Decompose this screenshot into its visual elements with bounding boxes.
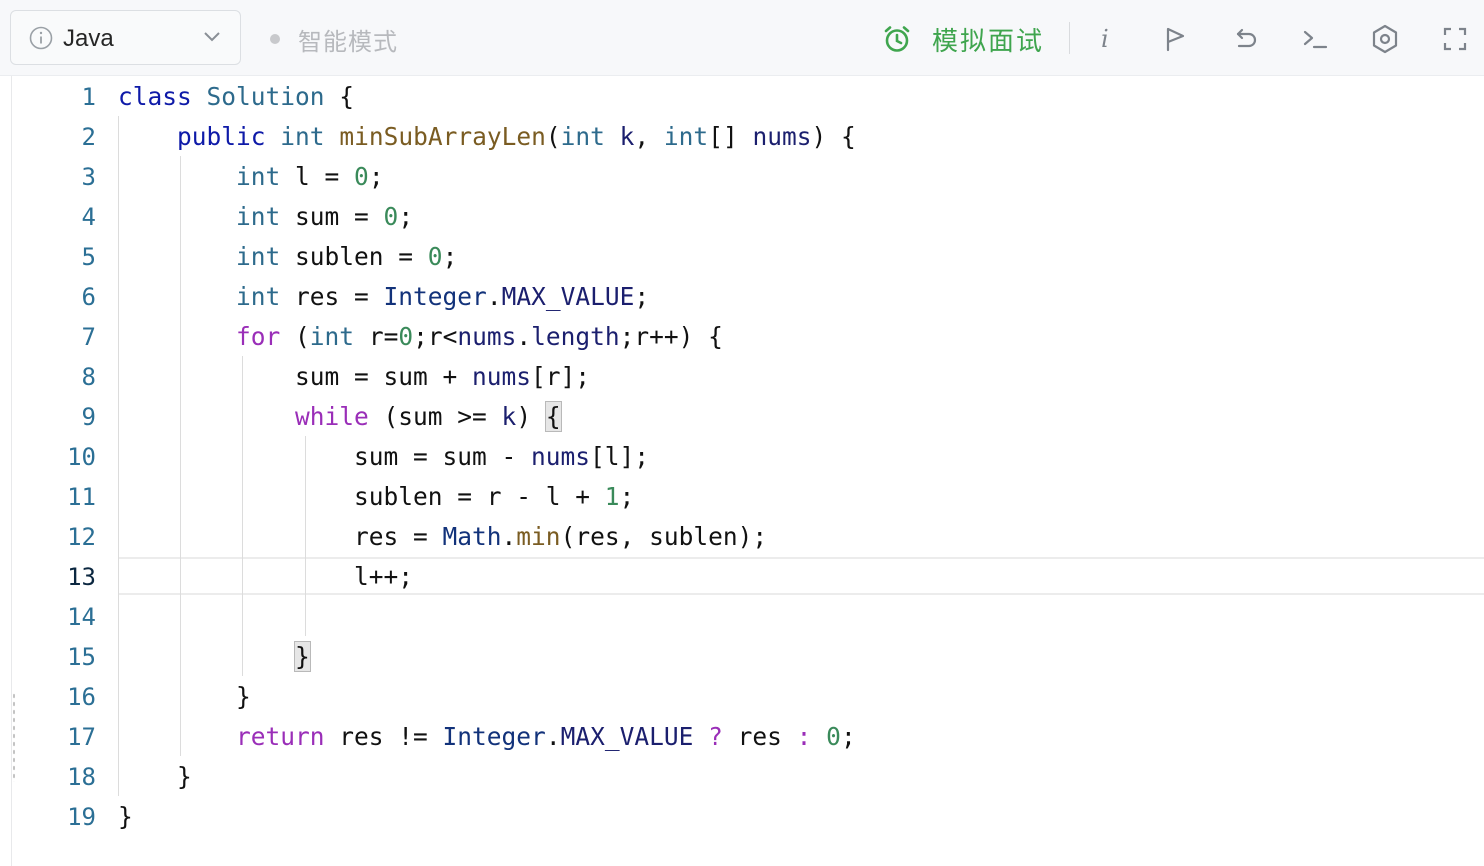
italic-info-icon: i [1101,25,1109,53]
console-button[interactable] [1298,22,1332,56]
code-line[interactable]: int sublen = 0; [118,237,457,277]
submit-flag-button[interactable] [1158,22,1192,56]
language-select[interactable]: Java [10,10,241,65]
code-line[interactable]: sum = sum + nums[r]; [118,357,590,397]
active-line-number: 13 [67,563,96,591]
line-number: 11 [67,483,96,511]
line-number: 18 [67,763,96,791]
line-number: 7 [81,323,96,351]
line-number: 1 [81,83,96,111]
fullscreen-button[interactable] [1438,22,1472,56]
smart-mode-label: 智能模式 [298,27,398,56]
code-line[interactable]: sum = sum - nums[l]; [118,437,649,477]
code-line[interactable]: } [118,677,251,717]
svg-text:i: i [1101,25,1109,53]
code-line[interactable]: for (int r=0;r<nums.length;r++) { [118,317,723,357]
toolbar-divider [1069,22,1070,54]
line-number: 6 [81,283,96,311]
line-number: 9 [81,403,96,431]
line-number: 17 [67,723,96,751]
line-number: 16 [67,683,96,711]
mode-status-dot [270,34,280,44]
code-line[interactable]: int l = 0; [118,157,384,197]
code-line[interactable]: return res != Integer.MAX_VALUE ? res : … [118,717,856,757]
code-line[interactable]: sublen = r - l + 1; [118,477,634,517]
info-button[interactable]: i [1088,22,1122,56]
reset-code-button[interactable] [1228,22,1262,56]
line-number: 10 [67,443,96,471]
code-line[interactable]: } [118,797,133,837]
code-line[interactable]: int res = Integer.MAX_VALUE; [118,277,649,317]
editor-toolbar: Java 智能模式 模拟面试 i [0,0,1484,76]
line-number: 2 [81,123,96,151]
info-circle-icon [29,26,53,50]
settings-button[interactable] [1368,22,1402,56]
code-editor[interactable]: 1 2 3 4 5 6 7 8 9 10 11 12 13 14 15 16 1… [11,76,1484,866]
line-number: 19 [67,803,96,831]
undo-icon [1236,28,1257,48]
mock-interview-label: 模拟面试 [932,26,1045,57]
settings-icon [1372,24,1398,54]
language-label: Java [63,25,114,52]
line-number: 12 [67,523,96,551]
code-line[interactable]: res = Math.min(res, sublen); [118,517,767,557]
code-line[interactable]: while (sum >= k) { [118,397,562,437]
line-number: 3 [81,163,96,191]
line-number: 15 [67,643,96,671]
line-number: 8 [81,363,96,391]
code-line-active[interactable]: l++; [118,557,413,597]
flag-icon [1166,27,1185,52]
terminal-icon [1303,30,1328,49]
resize-handle[interactable] [12,692,16,782]
line-number: 5 [81,243,96,271]
smart-mode-toggle[interactable]: 智能模式 [270,22,398,56]
chevron-down-icon [204,32,220,42]
code-line[interactable]: } [118,637,311,677]
code-line[interactable]: public int minSubArrayLen(int k, int[] n… [118,117,856,157]
code-line[interactable]: class Solution { [118,77,354,117]
line-number: 4 [81,203,96,231]
line-number: 14 [67,603,96,631]
code-line[interactable]: } [118,757,192,797]
mock-interview-button[interactable]: 模拟面试 [882,20,1044,58]
alarm-clock-icon [884,26,910,52]
code-line[interactable]: int sum = 0; [118,197,413,237]
fullscreen-icon [1443,27,1467,51]
